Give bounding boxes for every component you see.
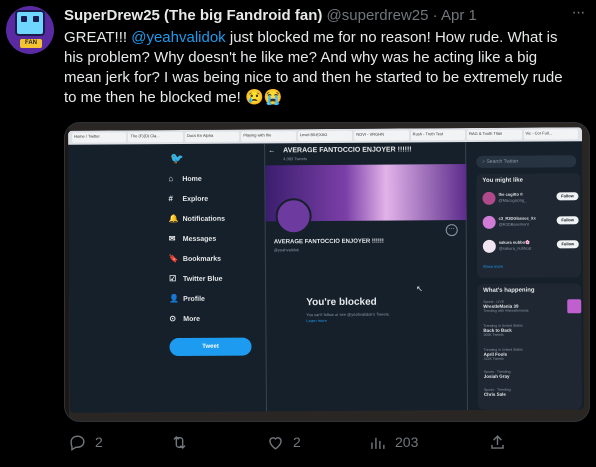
share-button[interactable] — [488, 430, 507, 454]
follow-button: Follow — [556, 240, 579, 249]
tweet-text: GREAT!!! @yeahvalidok just blocked me fo… — [64, 29, 563, 106]
profile-handle: @yeahvalidok — [273, 247, 300, 253]
twitter-logo-icon: 🐦 — [170, 152, 184, 166]
like-count: 2 — [293, 434, 301, 450]
tweet-actions: 2 2 203 — [64, 430, 590, 454]
trend-item: Sports · Trending Chris Sale — [483, 387, 511, 397]
browser-tab: Rush - Truth Test — [410, 130, 466, 141]
home-icon: ⌂ — [168, 174, 174, 184]
mouse-cursor-icon: ↖ — [416, 284, 423, 294]
trend-item: Trending in United States Back to Back 2… — [483, 323, 523, 337]
author-avatar[interactable]: FAN — [6, 6, 54, 54]
follow-button: Follow — [556, 192, 579, 201]
heart-icon — [269, 436, 282, 450]
profile-name: AVERAGE FANTOCCIO ENJOYER !!!!!! — [273, 238, 384, 246]
avatar — [482, 191, 496, 205]
back-arrow-icon: ← — [268, 147, 276, 155]
profile-column: ← AVERAGE FANTOCCIO ENJOYER !!!!!! 4,083… — [264, 142, 468, 412]
more-circle-icon: ⊙ — [169, 314, 177, 324]
suggestion-item: c3_R3DGlasses_Xx @R3DBasement Follow — [482, 213, 579, 232]
hashtag-icon: # — [168, 194, 173, 204]
share-icon — [491, 434, 504, 449]
person-icon: 👤 — [169, 294, 180, 304]
retweet-icon — [173, 435, 186, 449]
browser-tab: Playing with the — [241, 131, 296, 142]
nav-home: ⌂ Home — [168, 171, 278, 186]
nav-more: ⊙ More — [169, 311, 279, 326]
avatar — [482, 239, 496, 253]
avatar-badge: FAN — [20, 39, 42, 48]
follow-button: Follow — [556, 216, 579, 225]
browser-tab: RAG & Tooth Titan — [467, 129, 522, 141]
retweet-button[interactable] — [170, 430, 197, 454]
suggestion-item: the cogitto © @Macogazing_ Follow — [482, 189, 579, 208]
browser-tab: The (F)(D) Cla... — [128, 131, 183, 143]
views-chart-icon — [371, 437, 385, 449]
blocked-title: You're blocked — [306, 296, 377, 309]
like-button[interactable]: 2 — [266, 430, 301, 454]
views-button[interactable]: 203 — [368, 430, 418, 454]
blocked-message: You can't follow or see @yeahvalidok's T… — [306, 311, 390, 318]
profile-header-name: AVERAGE FANTOCCIO ENJOYER !!!!!! — [283, 146, 412, 155]
reply-count: 2 — [95, 434, 103, 450]
browser-tab: NOVI - VRGHN — [354, 130, 409, 141]
nav-messages: ✉ Messages — [169, 231, 279, 246]
bookmark-icon: 🔖 — [168, 254, 179, 264]
suggestion-item: sakura nubbo🌸 @sakura_nubbcat Follow — [482, 237, 579, 256]
tweet-button: Tweet — [169, 337, 252, 357]
nav-explore: # Explore — [168, 191, 278, 206]
robot-avatar-icon — [15, 10, 45, 36]
view-count: 203 — [395, 434, 419, 450]
tweet: FAN SuperDrew25 (The big Fandroid fan) @… — [0, 0, 596, 467]
separator: · — [432, 7, 438, 24]
browser-tab: Home / Twitter — [72, 132, 127, 143]
tweet-header: SuperDrew25 (The big Fandroid fan) @supe… — [64, 6, 564, 26]
nav-profile: 👤 Profile — [169, 291, 279, 306]
display-name[interactable]: SuperDrew25 (The big Fandroid fan) — [64, 7, 322, 24]
show-more-link: Show more — [482, 263, 504, 269]
photographed-screen: Home / Twitter The (F)(D) Cla... Docs En… — [68, 127, 584, 413]
nav-bookmarks: 🔖 Bookmarks — [169, 251, 279, 266]
mention-link[interactable]: @yeahvalidok — [131, 29, 225, 46]
bell-icon: 🔔 — [168, 214, 179, 224]
avatar — [482, 215, 496, 229]
more-options-icon[interactable]: ··· — [568, 5, 588, 26]
trend-thumbnail — [567, 299, 582, 314]
profile-tweet-count: 4,083 Tweets — [283, 156, 307, 162]
whats-happening-panel: What's happening Sports · LIVE WrestleMa… — [477, 283, 582, 410]
nav-twitter-blue: ☑ Twitter Blue — [169, 271, 279, 286]
profile-avatar — [275, 198, 312, 235]
browser-tab: Vic - Cor Full... — [523, 129, 579, 140]
you-might-like-panel: You might like the cogitto © @Macogazing… — [476, 173, 582, 278]
reply-button[interactable]: 2 — [68, 430, 103, 454]
reply-icon — [70, 434, 85, 451]
user-handle[interactable]: @superdrew25 — [327, 7, 429, 24]
tweet-photo[interactable]: Home / Twitter The (F)(D) Cla... Docs En… — [64, 122, 590, 422]
search-box: ⌕ Search Twitter — [476, 155, 577, 168]
trend-item: Trending in United States April Fools 32… — [483, 347, 523, 361]
browser-tab: Docs En Alpha — [184, 131, 240, 142]
tweet-date[interactable]: Apr 1 — [441, 7, 477, 24]
nav-notifications: 🔔 Notifications — [169, 211, 279, 226]
blue-check-icon: ☑ — [169, 274, 177, 284]
trend-item: Sports · LIVE WrestleMania 39 Trending w… — [483, 299, 582, 314]
profile-more-icon: ··· — [445, 224, 458, 237]
learn-more-link: Learn more — [306, 317, 327, 324]
browser-tab: Level 80-EXAG — [297, 130, 353, 142]
trend-item: Sports · Trending Josiah Gray — [483, 369, 511, 379]
envelope-icon: ✉ — [168, 234, 176, 244]
